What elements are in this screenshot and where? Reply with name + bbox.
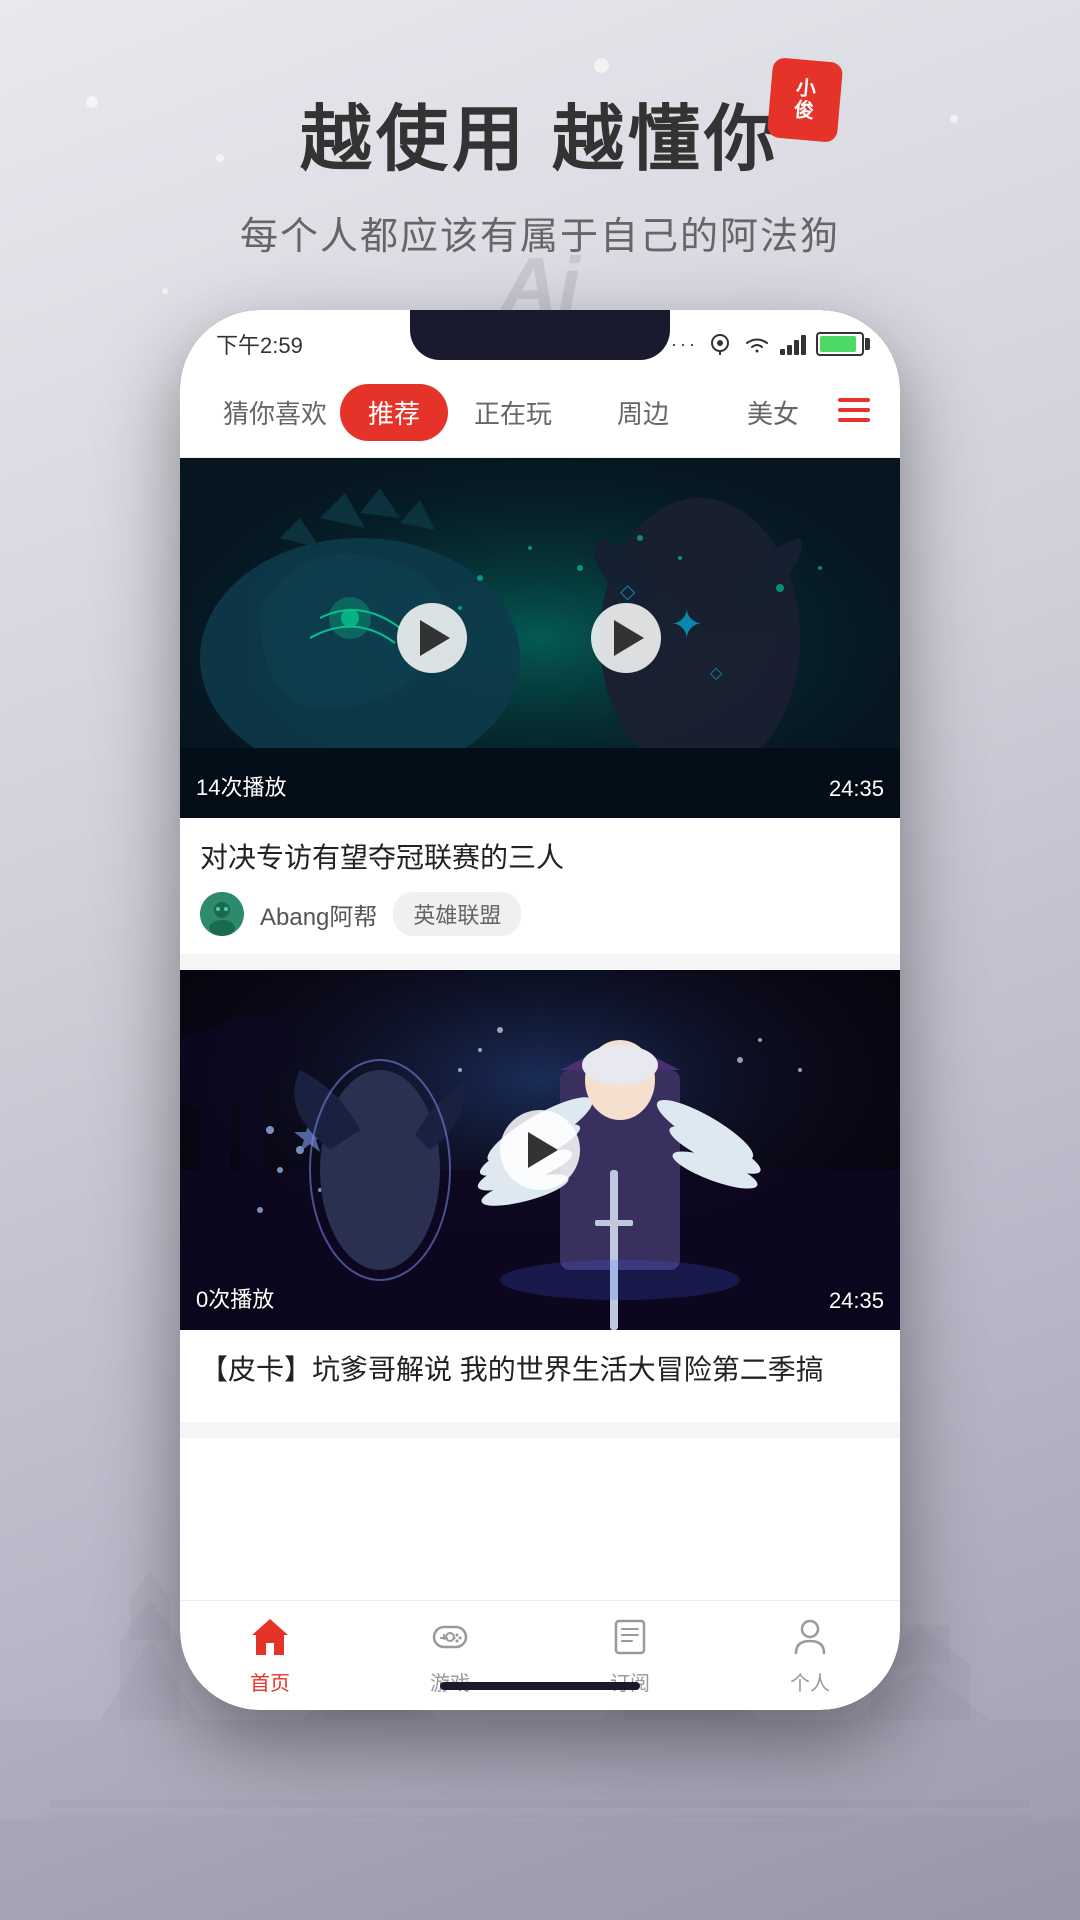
channel-avatar-1	[200, 892, 244, 936]
video-play-count-1: 14次播放	[196, 770, 286, 802]
tab-guess-like[interactable]: 猜你喜欢	[210, 384, 340, 441]
subscribe-icon	[606, 1613, 654, 1661]
play-button-left[interactable]	[397, 603, 467, 673]
video-tags-1: Abang阿帮 英雄联盟	[200, 892, 880, 936]
video-play-count-2: 0次播放	[196, 1282, 274, 1314]
video-tag-1: 英雄联盟	[393, 892, 521, 936]
thumbnail-art-1: ✦ ◇ ◇	[180, 458, 900, 818]
signal-icon	[780, 333, 808, 355]
content-area: ✦ ◇ ◇	[180, 458, 900, 1438]
home-indicator	[440, 1682, 640, 1690]
status-icons: ···	[671, 332, 864, 356]
video-card-1: ✦ ◇ ◇	[180, 458, 900, 954]
bottom-nav-home[interactable]: 首页	[180, 1613, 360, 1696]
header-section: 越使用 越懂你 小俊 每个人都应该有属于自己的阿法狗	[0, 80, 1080, 260]
tab-recommend[interactable]: 推荐	[340, 384, 448, 441]
phone-screen: 下午2:59 ···	[180, 310, 900, 1710]
person-icon	[786, 1613, 834, 1661]
tab-playing[interactable]: 正在玩	[448, 384, 578, 441]
menu-icon[interactable]	[838, 397, 870, 429]
svg-text:◇: ◇	[710, 665, 723, 682]
battery-icon	[816, 332, 864, 356]
home-icon	[246, 1613, 294, 1661]
video-title-1: 对决专访有望夺冠联赛的三人	[200, 836, 880, 876]
location-icon	[706, 333, 734, 355]
play-button-right[interactable]	[591, 603, 661, 673]
video-info-1: 对决专访有望夺冠联赛的三人 Abang	[180, 818, 900, 954]
video-thumbnail-1[interactable]: ✦ ◇ ◇	[180, 458, 900, 818]
bottom-nav-profile[interactable]: 个人	[720, 1613, 900, 1696]
play-button-2[interactable]	[500, 1110, 580, 1190]
video-title-2: 【皮卡】坑爹哥解说 我的世界生活大冒险第二季搞	[200, 1348, 880, 1388]
nav-tabs[interactable]: 猜你喜欢 推荐 正在玩 周边 美女	[180, 368, 900, 458]
bottom-nav: 首页 游戏	[180, 1600, 900, 1710]
signal-dots-icon: ···	[671, 334, 698, 355]
tab-beauty[interactable]: 美女	[708, 384, 838, 441]
video-card-2: 0次播放 24:35 【皮卡】坑爹哥解说 我的世界生活大冒险第二季搞	[180, 970, 900, 1422]
status-time: 下午2:59	[216, 328, 303, 360]
video-duration-2: 24:35	[829, 1288, 884, 1314]
tab-peripheral[interactable]: 周边	[578, 384, 708, 441]
main-title: 越使用 越懂你	[300, 80, 780, 185]
home-label: 首页	[250, 1667, 290, 1696]
game-icon	[426, 1613, 474, 1661]
svg-text:◇: ◇	[620, 581, 636, 603]
video-info-2: 【皮卡】坑爹哥解说 我的世界生活大冒险第二季搞	[180, 1330, 900, 1422]
title-badge: 小俊	[767, 57, 844, 143]
badge-text: 小俊	[793, 77, 817, 123]
svg-text:✦: ✦	[670, 602, 704, 647]
video-thumbnail-2[interactable]: 0次播放 24:35	[180, 970, 900, 1330]
phone-mockup: 下午2:59 ···	[180, 310, 900, 1710]
phone-notch	[410, 310, 670, 360]
video-duration-1: 24:35	[829, 776, 884, 802]
wifi-icon	[742, 333, 772, 355]
channel-name-1: Abang阿帮	[260, 897, 377, 932]
profile-label: 个人	[790, 1667, 830, 1696]
